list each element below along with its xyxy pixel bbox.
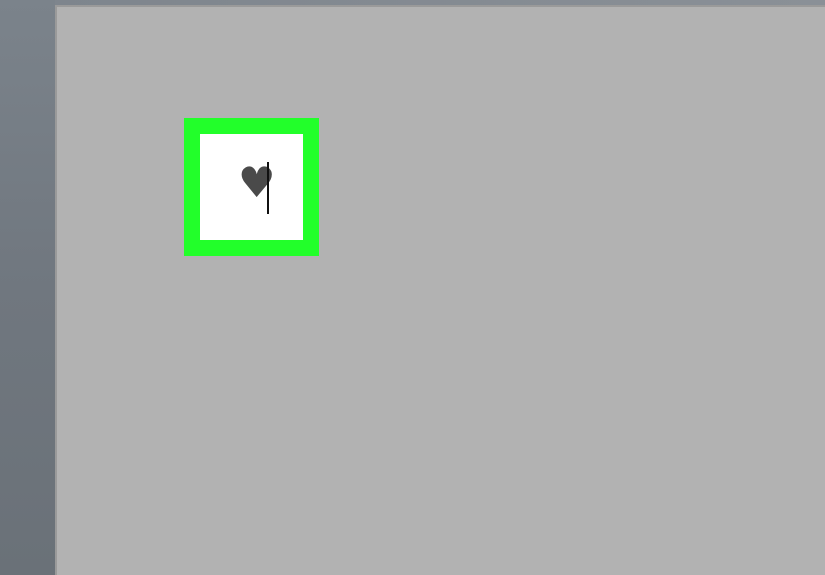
inserted-symbol-cell[interactable]: ♥	[200, 134, 303, 240]
heart-icon: ♥	[238, 158, 276, 207]
left-rail	[0, 0, 55, 575]
document-page[interactable]	[55, 5, 825, 575]
text-cursor	[267, 162, 269, 214]
document-workspace: ♥	[0, 0, 825, 575]
